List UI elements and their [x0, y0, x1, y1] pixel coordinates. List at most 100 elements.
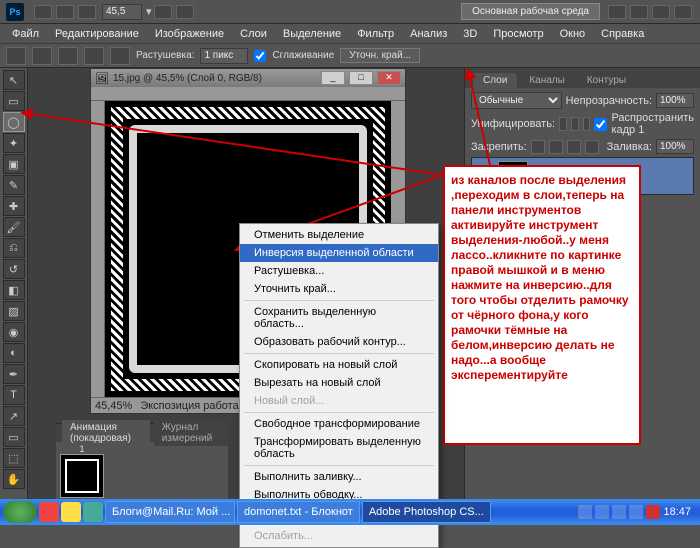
type-tool-icon[interactable]: T — [3, 385, 25, 405]
tab-animation[interactable]: Анимация (покадровая) — [62, 420, 150, 446]
csLive-icon[interactable] — [608, 5, 626, 19]
menu-layers[interactable]: Слои — [232, 28, 275, 40]
ctx-workpath[interactable]: Образовать рабочий контур... — [240, 333, 438, 351]
tray-icon[interactable] — [595, 505, 609, 519]
clock[interactable]: 18:47 — [663, 506, 691, 518]
crop-tool-icon[interactable]: ▣ — [3, 154, 25, 174]
3d-tool-icon[interactable]: ⬚ — [3, 448, 25, 468]
document-titlebar[interactable]: 🖼 15.jpg @ 45,5% (Слой 0, RGB/8) _ □ ✕ — [91, 69, 405, 87]
ctx-save-sel[interactable]: Сохранить выделенную область... — [240, 303, 438, 333]
doc-zoom[interactable]: 45,45% — [95, 400, 132, 412]
min-window-icon[interactable] — [630, 5, 648, 19]
eraser-tool-icon[interactable]: ◧ — [3, 280, 25, 300]
selection-new-icon[interactable] — [32, 47, 52, 65]
tray-avast-icon[interactable] — [646, 505, 660, 519]
lock-all-icon[interactable] — [585, 140, 599, 154]
doc-close-icon[interactable]: ✕ — [377, 71, 401, 85]
fill-input[interactable] — [656, 139, 694, 154]
start-button[interactable] — [3, 501, 37, 523]
menu-file[interactable]: Файл — [4, 28, 47, 40]
menu-window[interactable]: Окно — [552, 28, 594, 40]
ctx-inverse[interactable]: Инверсия выделенной области — [240, 244, 438, 262]
doc-min-icon[interactable]: _ — [321, 71, 345, 85]
selection-sub-icon[interactable] — [84, 47, 104, 65]
menu-image[interactable]: Изображение — [147, 28, 232, 40]
ctx-fill[interactable]: Выполнить заливку... — [240, 468, 438, 486]
tray-icon[interactable] — [629, 505, 643, 519]
menu-edit[interactable]: Редактирование — [47, 28, 147, 40]
dodge-tool-icon[interactable]: ◐ — [3, 343, 25, 363]
shape-tool-icon[interactable]: ▭ — [3, 427, 25, 447]
antialias-checkbox[interactable] — [254, 50, 266, 62]
blur-tool-icon[interactable]: ◉ — [3, 322, 25, 342]
ql-app-icon[interactable] — [83, 502, 103, 522]
lock-trans-icon[interactable] — [531, 140, 545, 154]
system-tray[interactable]: 18:47 — [572, 505, 697, 519]
menu-3d[interactable]: 3D — [455, 28, 485, 40]
tab-channels[interactable]: Каналы — [519, 73, 575, 88]
marquee-tool-icon[interactable]: ▭ — [3, 91, 25, 111]
menu-select[interactable]: Выделение — [275, 28, 349, 40]
screenmode-icon[interactable] — [176, 5, 194, 19]
refine-edge-button[interactable]: Уточн. край... — [340, 48, 420, 63]
max-window-icon[interactable] — [652, 5, 670, 19]
menu-view[interactable]: Просмотр — [485, 28, 551, 40]
ctx-feather[interactable]: Растушевка... — [240, 262, 438, 280]
ctx-new-layer[interactable]: Новый слой... — [240, 392, 438, 410]
minibridge-icon[interactable] — [56, 5, 74, 19]
zoom-input[interactable] — [102, 4, 142, 20]
ctx-copy-layer[interactable]: Скопировать на новый слой — [240, 356, 438, 374]
tab-paths[interactable]: Контуры — [577, 73, 636, 88]
move-tool-icon[interactable]: ↖ — [3, 70, 25, 90]
task-photoshop[interactable]: Adobe Photoshop CS... — [362, 501, 491, 523]
ctx-deselect[interactable]: Отменить выделение — [240, 226, 438, 244]
unify-pos-icon[interactable] — [559, 117, 567, 131]
blend-mode-select[interactable]: Обычные — [471, 92, 562, 109]
gradient-tool-icon[interactable]: ▨ — [3, 301, 25, 321]
history-brush-icon[interactable]: ↺ — [3, 259, 25, 279]
selection-add-icon[interactable] — [58, 47, 78, 65]
opacity-input[interactable] — [656, 93, 694, 108]
propagate-checkbox[interactable] — [594, 118, 607, 131]
stamp-tool-icon[interactable]: ⎌ — [3, 238, 25, 258]
unify-vis-icon[interactable] — [571, 117, 579, 131]
tool-preset-icon[interactable] — [6, 47, 26, 65]
anim-frame-thumb[interactable] — [60, 454, 104, 498]
pen-tool-icon[interactable]: ✒ — [3, 364, 25, 384]
selection-intersect-icon[interactable] — [110, 47, 130, 65]
menu-filter[interactable]: Фильтр — [349, 28, 402, 40]
ctx-refine[interactable]: Уточнить край... — [240, 280, 438, 298]
ctx-cut-layer[interactable]: Вырезать на новый слой — [240, 374, 438, 392]
brush-tool-icon[interactable]: 🖌 — [3, 217, 25, 237]
doc-max-icon[interactable]: □ — [349, 71, 373, 85]
lock-image-icon[interactable] — [549, 140, 563, 154]
arrange-icon[interactable] — [154, 5, 172, 19]
lasso-tool-icon[interactable]: ◯ — [3, 112, 25, 132]
ctx-transform-sel[interactable]: Трансформировать выделенную область — [240, 433, 438, 463]
tray-icon[interactable] — [578, 505, 592, 519]
healing-tool-icon[interactable]: ✚ — [3, 196, 25, 216]
tab-layers[interactable]: Слои — [473, 73, 517, 88]
hand-tool-icon[interactable]: ✋ — [3, 469, 25, 489]
ruler-horizontal[interactable] — [91, 87, 405, 101]
path-tool-icon[interactable]: ↗ — [3, 406, 25, 426]
ql-opera-icon[interactable] — [39, 502, 59, 522]
task-browser[interactable]: Блоги@Mail.Ru: Мой ... — [105, 501, 235, 523]
ql-folder-icon[interactable] — [61, 502, 81, 522]
workspace-switcher[interactable]: Основная рабочая среда — [461, 3, 600, 20]
tab-measure-log[interactable]: Журнал измерений — [154, 420, 228, 446]
unify-style-icon[interactable] — [583, 117, 591, 131]
bridge-icon[interactable] — [34, 5, 52, 19]
wand-tool-icon[interactable]: ✦ — [3, 133, 25, 153]
close-window-icon[interactable] — [674, 5, 692, 19]
feather-input[interactable] — [200, 48, 248, 64]
eyedropper-tool-icon[interactable]: ✎ — [3, 175, 25, 195]
task-notepad[interactable]: domonet.txt - Блокнот — [237, 501, 360, 523]
ruler-vertical[interactable] — [91, 101, 105, 397]
viewextras-icon[interactable] — [78, 5, 96, 19]
menu-analysis[interactable]: Анализ — [402, 28, 455, 40]
lock-pos-icon[interactable] — [567, 140, 581, 154]
menu-help[interactable]: Справка — [593, 28, 652, 40]
ctx-free-transform[interactable]: Свободное трансформирование — [240, 415, 438, 433]
tray-icon[interactable] — [612, 505, 626, 519]
